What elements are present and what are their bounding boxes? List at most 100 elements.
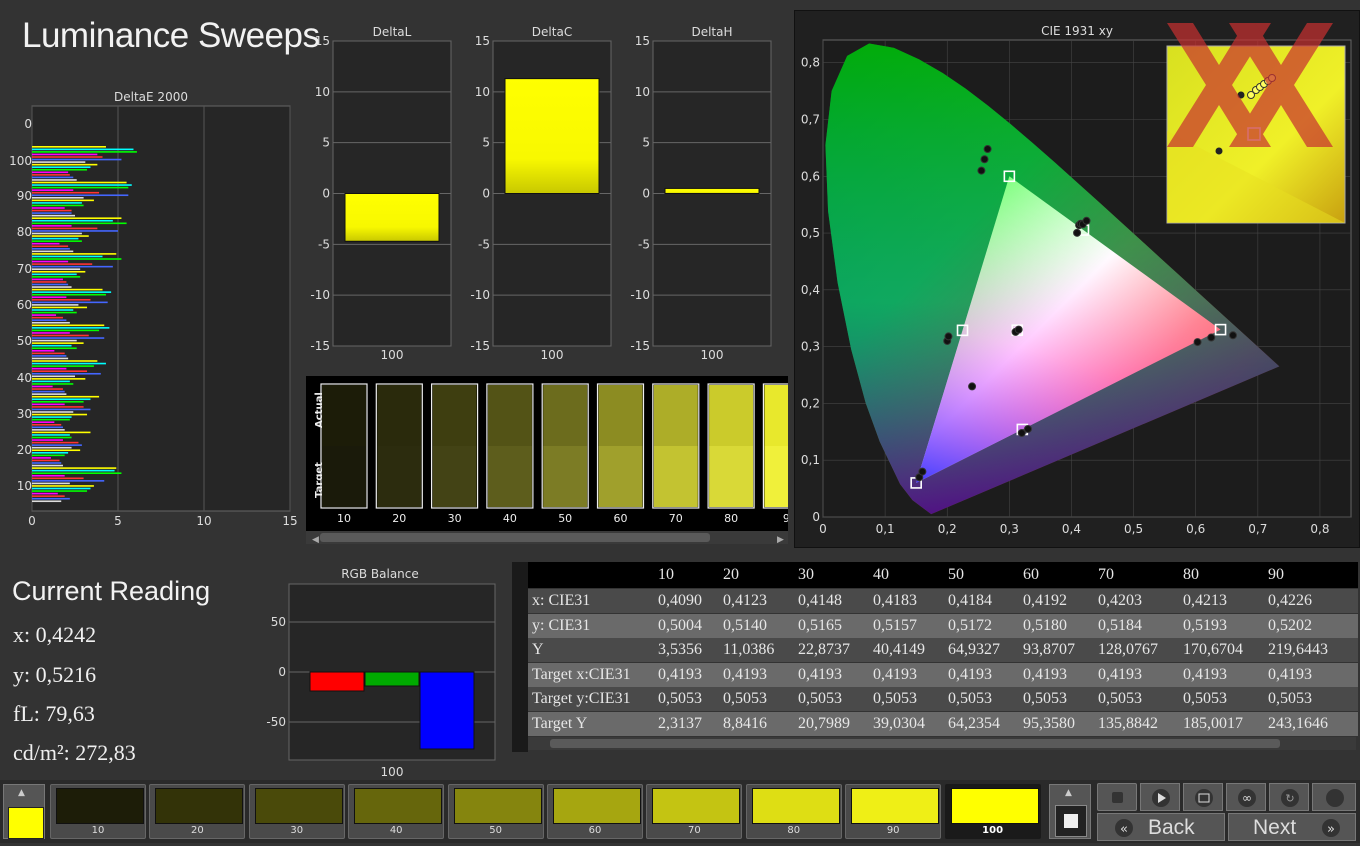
deltae-bar — [32, 390, 65, 393]
deltae-bar — [32, 485, 94, 487]
deltae-bar — [32, 288, 103, 291]
rgb-ytick: -50 — [266, 715, 286, 729]
patch-button[interactable]: 50 — [447, 784, 544, 839]
deltae-bar — [32, 421, 55, 423]
deltae-bar — [32, 388, 63, 390]
stop-button-panel[interactable]: ▲ — [1049, 784, 1091, 839]
deltae-bar — [32, 375, 75, 378]
patch-button[interactable]: 90 — [845, 784, 942, 839]
scroll-right-icon[interactable]: ▶ — [777, 535, 784, 545]
table-scrollbar[interactable] — [528, 737, 1356, 750]
stop-square-icon[interactable] — [1055, 805, 1087, 837]
deltae-bar — [32, 161, 86, 163]
deltae-bar — [32, 179, 77, 181]
deltae-bar — [32, 278, 63, 281]
delta-title: DeltaH — [691, 25, 732, 39]
patch-button[interactable]: 60 — [547, 784, 643, 839]
patch-button[interactable]: 70 — [646, 784, 743, 839]
cie-xtick: 0,3 — [1000, 522, 1019, 536]
rgb-ytick: 50 — [271, 615, 286, 629]
stop-button[interactable] — [1097, 783, 1137, 811]
deltae-bar — [32, 248, 70, 250]
deltae-xtick: 10 — [196, 514, 211, 528]
deltae-ytick: 10 — [17, 479, 32, 493]
deltae-bar — [32, 225, 72, 227]
column-header: 50 — [948, 566, 964, 583]
cie-ytick: 0,8 — [801, 56, 820, 70]
patch-label: 100 — [982, 825, 1004, 836]
deltae-bar — [32, 321, 70, 324]
deltae-bar — [32, 329, 100, 332]
deltae-ytick: 80 — [17, 225, 32, 239]
deltae-bar — [32, 240, 82, 242]
deltae-bar — [32, 347, 77, 350]
table-cell: 0,5165 — [798, 616, 842, 634]
column-header: 30 — [798, 566, 814, 583]
table-scroll-thumb[interactable] — [550, 739, 1280, 748]
table-cell: 0,5172 — [948, 616, 992, 634]
refresh-button[interactable]: ↻ — [1269, 783, 1309, 811]
cie-ytick: 0 — [812, 510, 820, 524]
deltae-bar — [32, 357, 69, 360]
deltae-bar — [32, 291, 112, 293]
scroll-left-icon[interactable]: ◀ — [312, 535, 319, 545]
measure-button[interactable] — [1183, 783, 1223, 811]
table-cell: 0,5053 — [1268, 690, 1312, 708]
swatch-label: 80 — [724, 512, 738, 525]
back-button[interactable]: « Back — [1097, 813, 1225, 841]
measured-point — [1073, 228, 1082, 237]
table-left-gutter — [512, 562, 528, 752]
deltae-bar — [32, 469, 115, 472]
table-cell: 64,9327 — [948, 641, 1000, 659]
swatch-scroll-thumb[interactable] — [320, 533, 710, 542]
loop-button[interactable]: ∞ — [1226, 783, 1266, 811]
actual-swatch — [598, 385, 643, 446]
rgb-xtick: 100 — [381, 765, 404, 779]
patch-swatch — [851, 788, 940, 824]
deltae-bar — [32, 378, 86, 380]
scroll-up-icon[interactable]: ▲ — [18, 788, 25, 798]
patch-label: 70 — [688, 825, 701, 836]
column-header: 90 — [1268, 566, 1284, 583]
deltae-bar — [32, 449, 81, 452]
patch-button[interactable]: 10 — [50, 784, 146, 839]
target-swatch — [653, 446, 698, 507]
delta-ytick: 10 — [315, 85, 330, 99]
deltae-bar — [32, 431, 91, 434]
play-button[interactable] — [1140, 783, 1180, 811]
deltae-bar — [32, 436, 72, 439]
table-cell: 2,3137 — [658, 715, 702, 732]
deltae-bar — [32, 166, 91, 168]
deltae-bar — [32, 490, 88, 492]
next-button[interactable]: Next » — [1228, 813, 1356, 841]
delta-bar — [664, 187, 760, 195]
disabled-button[interactable] — [1312, 783, 1356, 811]
deltae-bar — [32, 202, 82, 204]
swatch-label: 70 — [669, 512, 683, 525]
deltae-chart: DeltaE 2000 0 100 90 80 70 60 50 40 30 20 10 0 5 10 1… — [9, 90, 298, 528]
stop-icon — [1112, 792, 1123, 803]
patch-button[interactable]: 80 — [745, 784, 842, 839]
patch-button[interactable]: 40 — [348, 784, 445, 839]
deltae-bar — [32, 495, 65, 497]
deltae-bar — [32, 148, 134, 151]
current-patch-indicator[interactable]: ▲ — [3, 784, 45, 839]
deltae-bar — [32, 395, 100, 398]
table-cell: 0,5053 — [658, 690, 702, 708]
rgb-ytick: 0 — [278, 665, 286, 679]
actual-swatch — [764, 385, 809, 446]
deltae-bar — [32, 237, 79, 240]
table-row: Target y:CIE31 0,5053 0,5053 0,5053 0,5053 0,… — [512, 687, 1358, 712]
scroll-up-icon-2[interactable]: ▲ — [1065, 788, 1072, 798]
deltae-title: DeltaE 2000 — [114, 90, 188, 104]
deltae-bar — [32, 258, 122, 260]
table-cell: 0,5180 — [1023, 616, 1067, 634]
table-cell: 170,6704 — [1183, 641, 1243, 659]
table-cell: 128,0767 — [1098, 641, 1158, 659]
table-cell: 8,8416 — [723, 715, 767, 732]
patch-button[interactable]: 100 — [944, 784, 1041, 839]
deltae-bar — [32, 146, 106, 148]
patch-button[interactable]: 30 — [248, 784, 345, 839]
patch-button[interactable]: 20 — [149, 784, 246, 839]
measured-point — [944, 332, 953, 341]
